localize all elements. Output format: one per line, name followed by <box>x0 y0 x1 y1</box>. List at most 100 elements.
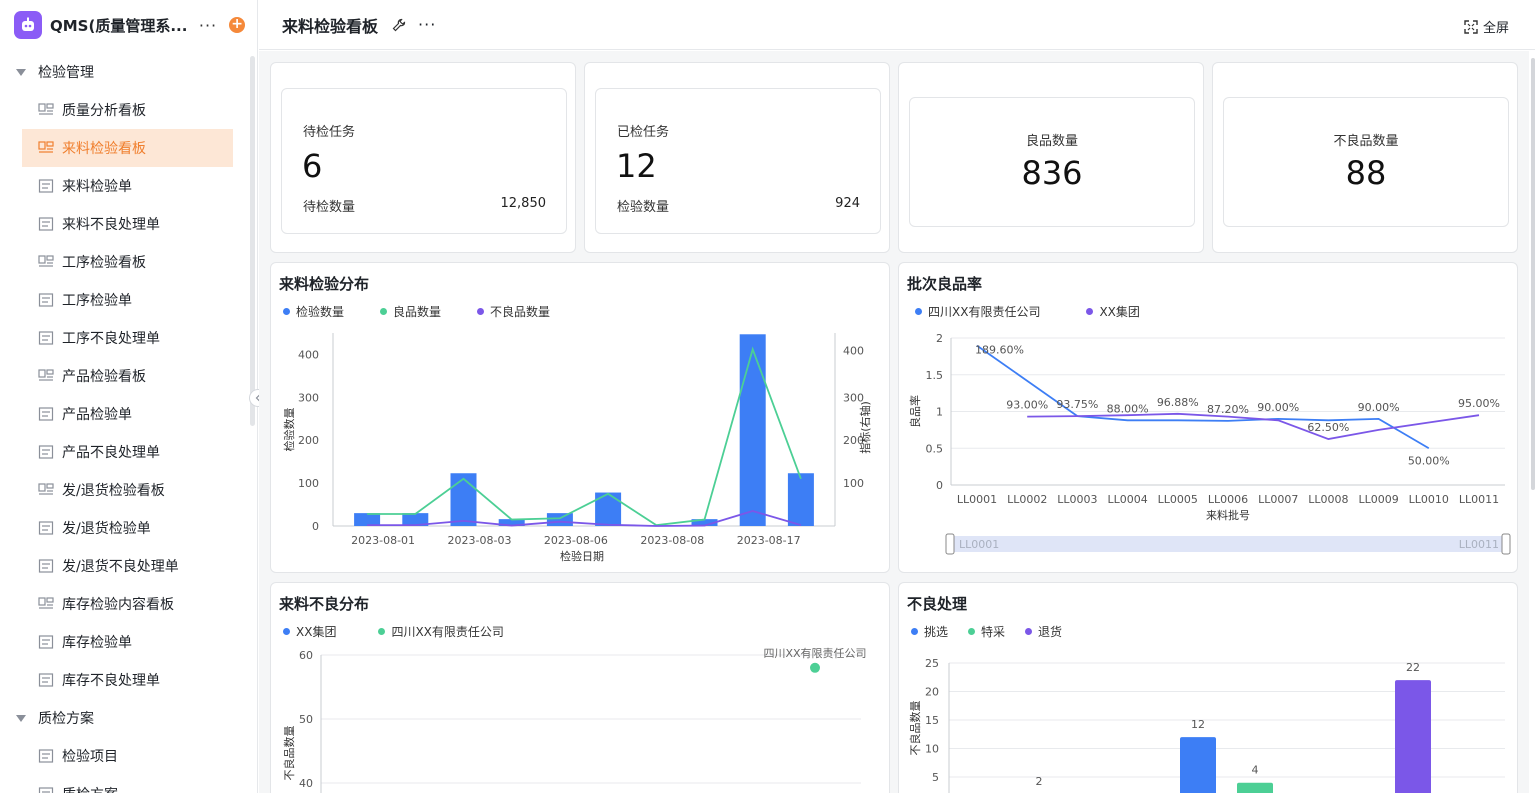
sidebar-item-label: 质量分析看板 <box>62 103 146 119</box>
y2-tick-label: 100 <box>843 477 864 490</box>
dashboard-icon <box>38 483 54 495</box>
kpi-value: 836 <box>1021 154 1083 192</box>
y-tick-label: 100 <box>298 477 319 490</box>
fullscreen-button[interactable]: 全屏 <box>1464 17 1509 36</box>
sidebar-item[interactable]: 工序检验看板 <box>0 243 233 281</box>
x-tick-label: LL0001 <box>957 493 997 506</box>
wrench-icon[interactable] <box>392 18 406 32</box>
x-tick-label: LL0011 <box>1459 493 1499 506</box>
data-label: 88.00% <box>1107 402 1149 415</box>
app-more-icon[interactable]: ··· <box>199 16 217 35</box>
kpi-inner-done: 已检任务 12 检验数量 924 <box>595 88 881 234</box>
bar <box>546 513 573 526</box>
data-label: 90.00% <box>1257 401 1299 414</box>
add-icon[interactable]: + <box>229 17 245 33</box>
y-tick-label: 1.5 <box>926 369 944 382</box>
sidebar-item[interactable]: 发/退货不良处理单 <box>0 547 233 585</box>
sidebar-item[interactable]: 库存检验内容看板 <box>0 585 233 623</box>
chart-card-baddist: 来料不良分布 XX集团 四川XX有限责任公司 40 50 60 四川XX有限责任公司不… <box>270 582 890 793</box>
y-axis-label: 不良品数量 <box>908 701 922 756</box>
kpi-inner-good: 良品数量 836 <box>909 97 1195 227</box>
kpi-value: 12 <box>616 147 657 185</box>
sidebar-item-label: 来料检验单 <box>62 179 132 195</box>
sidebar-scrollbar[interactable] <box>250 56 255 426</box>
kpi-card-done: 已检任务 12 检验数量 924 <box>584 62 890 253</box>
sidebar-item-label: 质检方案 <box>62 784 118 793</box>
dashboard-icon <box>38 141 54 153</box>
kpi-sub-label: 检验数量 <box>617 200 670 215</box>
page-more-icon[interactable]: ··· <box>418 15 436 34</box>
sidebar-item-label: 产品不良处理单 <box>62 445 160 461</box>
x-tick-label: LL0005 <box>1158 493 1198 506</box>
x-tick-label: 2023-08-03 <box>448 534 512 547</box>
sidebar-item[interactable]: 检验项目 <box>0 737 233 775</box>
y-tick-label: 60 <box>299 649 313 662</box>
sidebar-item-label: 工序检验单 <box>62 293 132 309</box>
x-tick-label: LL0007 <box>1258 493 1298 506</box>
sidebar-item[interactable]: 来料检验看板 <box>22 129 233 167</box>
data-label: 22 <box>1406 661 1420 674</box>
kpi-sub-value: 12,850 <box>500 196 547 211</box>
chart-card-handling: 不良处理 挑选 特采 退货 5 10 15 20 25 2 12 4 22 不良品数量 <box>898 582 1518 793</box>
page-title: 来料检验看板 <box>282 16 379 36</box>
form-icon <box>38 331 54 345</box>
kpi-card-bad: 不良品数量 88 <box>1212 62 1518 253</box>
sidebar-item[interactable]: 产品检验单 <box>0 395 233 433</box>
point-label: 四川XX有限责任公司 <box>763 646 866 660</box>
chart-rate: 0 0.5 1 1.5 2 LL0001 LL0002 LL0003 LL0004 LL0005 L… <box>908 332 1511 555</box>
series-line-1 <box>367 346 802 527</box>
sidebar-item-label: 发/退货检验单 <box>62 521 151 537</box>
sidebar-item[interactable]: 产品检验看板 <box>0 357 233 395</box>
y-tick-label: 25 <box>925 657 939 670</box>
sidebar-item[interactable]: 产品不良处理单 <box>0 433 233 471</box>
data-label: 96.88% <box>1157 396 1199 409</box>
kpi-card-good: 良品数量 836 <box>898 62 1204 253</box>
form-icon <box>38 787 54 793</box>
nav-group[interactable]: 检验管理 <box>0 53 257 91</box>
kpi-label: 良品数量 <box>1025 134 1078 149</box>
x-tick-label: 2023-08-08 <box>640 534 704 547</box>
kpi-label: 待检任务 <box>303 125 356 140</box>
x-tick-label: LL0003 <box>1057 493 1097 506</box>
bar <box>450 473 477 526</box>
sidebar-item[interactable]: 发/退货检验单 <box>0 509 233 547</box>
y-axis-label: 检验数量 <box>282 408 296 452</box>
sidebar-item[interactable]: 质检方案 <box>0 775 233 793</box>
kpi-value: 88 <box>1345 154 1387 192</box>
sidebar-item[interactable]: 工序检验单 <box>0 281 233 319</box>
data-label: 93.75% <box>1056 398 1098 411</box>
x-axis-label: 来料批号 <box>1206 508 1250 522</box>
y-tick-label: 2 <box>936 332 943 345</box>
sidebar-item[interactable]: 库存检验单 <box>0 623 233 661</box>
y-tick-label: 0.5 <box>926 442 944 455</box>
nav-group[interactable]: 质检方案 <box>0 699 257 737</box>
nav-group-label: 检验管理 <box>38 65 94 81</box>
dashboard-icon <box>38 369 54 381</box>
fullscreen-label: 全屏 <box>1482 21 1509 36</box>
scatter-point <box>810 662 820 673</box>
dashboard-content: 待检任务 6 待检数量 12,850 已检任务 12 检验数量 924 良品数量… <box>259 51 1529 793</box>
sidebar-item-label: 产品检验看板 <box>62 369 146 385</box>
sidebar-item[interactable]: 工序不良处理单 <box>0 319 233 357</box>
kpi-inner-bad: 不良品数量 88 <box>1223 97 1509 227</box>
caret-down-icon <box>16 714 26 722</box>
x-tick-label: LL0002 <box>1007 493 1047 506</box>
sidebar-item[interactable]: 来料不良处理单 <box>0 205 233 243</box>
x-tick-label: 2023-08-01 <box>351 534 415 547</box>
app-logo <box>14 11 42 39</box>
bar <box>1180 737 1216 793</box>
sidebar-item[interactable]: 发/退货检验看板 <box>0 471 233 509</box>
sidebar-item[interactable]: 来料检验单 <box>0 167 233 205</box>
bar <box>354 513 381 526</box>
page-scrollbar[interactable] <box>1531 58 1535 490</box>
app-title: QMS(质量管理系... <box>50 16 188 35</box>
sidebar-item[interactable]: 库存不良处理单 <box>0 661 233 699</box>
y-tick-label: 40 <box>299 777 313 790</box>
data-label: 87.20% <box>1207 403 1249 416</box>
sidebar-item-label: 工序检验看板 <box>62 255 146 271</box>
sidebar-item-label: 发/退货检验看板 <box>62 483 165 499</box>
sidebar-item-label: 发/退货不良处理单 <box>62 559 179 575</box>
form-icon <box>38 179 54 193</box>
chart-dist: 01002003004001002003004002023-08-01 2023-… <box>282 333 872 563</box>
sidebar-item[interactable]: 质量分析看板 <box>0 91 233 129</box>
